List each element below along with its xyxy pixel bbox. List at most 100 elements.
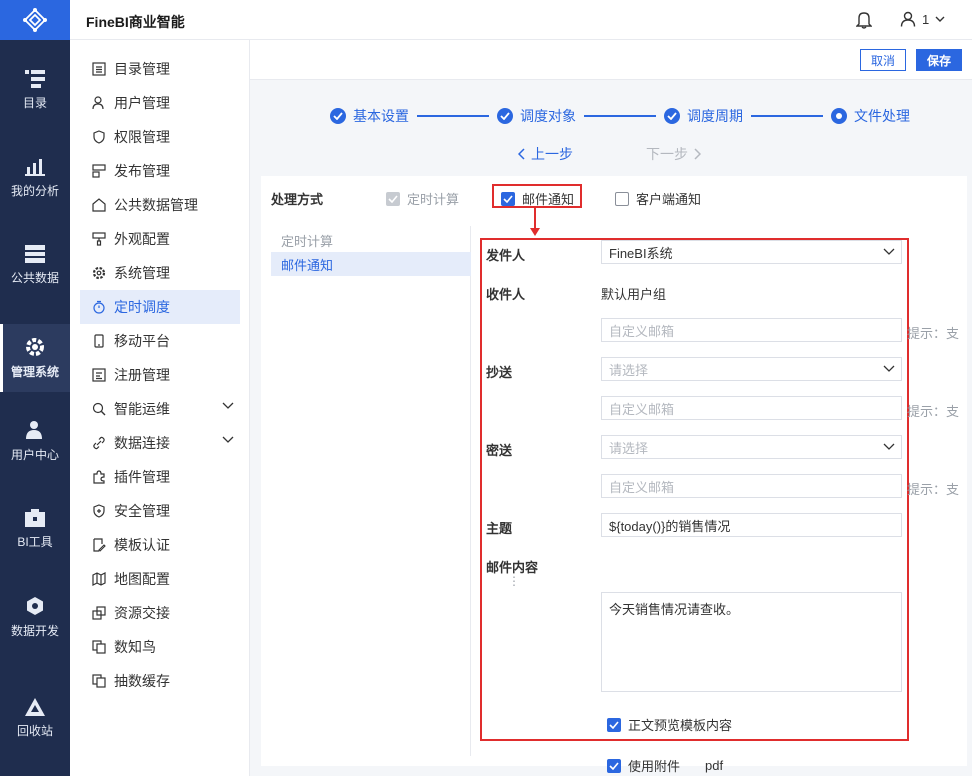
menu-label: 安全管理 [114, 503, 170, 519]
menu-item-template-cert[interactable]: 模板认证 [80, 528, 240, 562]
rail-item-recycle-bin[interactable]: 回收站 [0, 684, 70, 752]
menu-item-scheduling[interactable]: 定时调度 [80, 290, 240, 324]
arrow-head-icon [530, 228, 540, 236]
house-icon [92, 198, 106, 212]
menu-item-smart-ops[interactable]: 智能运维 [80, 392, 240, 426]
menu-item-catalog-mgmt[interactable]: 目录管理 [80, 52, 240, 86]
step-progress: 基本设置 调度对象 调度周期 文件处理 [330, 106, 910, 126]
shield-plus-icon [92, 504, 106, 518]
file-processing-panel: 处理方式 定时计算 邮件通知 客户端通知 定时计算 邮件通知 ⋮ 发件人 Fin… [261, 176, 967, 774]
rail-item-data-dev[interactable]: 数据开发 [0, 583, 70, 651]
bcc-select[interactable]: 请选择 [601, 435, 902, 459]
logo-icon [23, 8, 47, 32]
preview-template-label: 正文预览模板内容 [628, 718, 733, 733]
checkbox-checked-icon [386, 191, 400, 206]
option-client-notify[interactable]: 客户端通知 [615, 189, 701, 208]
cc-select[interactable]: 请选择 [601, 357, 902, 381]
content-textarea[interactable]: 今天销售情况请查收。 [601, 592, 902, 692]
prev-step-button[interactable]: 上一步 [518, 144, 573, 164]
use-attachment-option[interactable]: 使用附件 pdf [607, 756, 723, 775]
menu-item-plugin-mgmt[interactable]: 插件管理 [80, 460, 240, 494]
menu-item-public-data-mgmt[interactable]: 公共数据管理 [80, 188, 240, 222]
subnav-item-timer[interactable]: 定时计算 [271, 228, 471, 252]
subject-label: 主题 [486, 521, 513, 536]
sender-select[interactable]: FineBI系统 [601, 240, 902, 264]
rail-label: 公共数据 [10, 270, 59, 285]
subnav-item-email[interactable]: 邮件通知 [271, 252, 471, 276]
menu-label: 资源交接 [114, 605, 170, 621]
menu-label: 数据连接 [114, 435, 170, 451]
menu-item-user-mgmt[interactable]: 用户管理 [80, 86, 240, 120]
checkbox-checked-icon [501, 191, 515, 206]
menu-label: 插件管理 [114, 469, 170, 485]
option-email-notify[interactable]: 邮件通知 [501, 189, 574, 208]
cancel-button[interactable]: 取消 [860, 49, 906, 71]
menu-label: 移动平台 [114, 333, 170, 349]
menu-item-data-connection[interactable]: 数据连接 [80, 426, 240, 460]
user-menu[interactable]: 1 [900, 11, 945, 27]
analysis-icon [25, 158, 45, 176]
list-icon [92, 62, 106, 76]
cc-placeholder: 请选择 [609, 362, 649, 378]
check-icon [330, 108, 346, 124]
recipient-label: 收件人 [486, 287, 526, 302]
rail-label: 回收站 [16, 723, 53, 738]
app-logo[interactable] [0, 0, 70, 40]
rail-item-user-center[interactable]: 用户中心 [0, 407, 70, 475]
menu-item-mobile[interactable]: 移动平台 [80, 324, 240, 358]
settings-icon [92, 266, 106, 280]
rail-label: BI工具 [17, 534, 53, 549]
menu-item-map-config[interactable]: 地图配置 [80, 562, 240, 596]
menu-label: 模板认证 [114, 537, 170, 553]
rail-item-catalog[interactable]: 目录 [0, 56, 70, 124]
checkbox-unchecked-icon [615, 191, 629, 206]
next-step-button[interactable]: 下一步 [646, 144, 701, 164]
rail-item-admin-system[interactable]: 管理系统 [0, 324, 70, 392]
step-schedule-period[interactable]: 调度周期 [664, 106, 743, 126]
prev-step-label: 上一步 [531, 146, 573, 162]
hint-text: 提示：支 [907, 482, 960, 497]
step-schedule-target[interactable]: 调度对象 [497, 106, 576, 126]
rail-label: 我的分析 [10, 183, 59, 198]
menu-label: 公共数据管理 [114, 197, 198, 213]
option-timer-calc[interactable]: 定时计算 [386, 189, 459, 208]
menu-item-shuzhiniao[interactable]: 数知鸟 [80, 630, 240, 664]
action-bar: 取消 保存 [250, 40, 972, 80]
menu-item-security-mgmt[interactable]: 安全管理 [80, 494, 240, 528]
puzzle-icon [92, 470, 106, 484]
copy-icon [92, 640, 106, 654]
menu-item-publish-mgmt[interactable]: 发布管理 [80, 154, 240, 188]
chevron-down-icon [883, 443, 895, 450]
menu-item-appearance[interactable]: 外观配置 [80, 222, 240, 256]
preview-template-option[interactable]: 正文预览模板内容 [607, 715, 732, 734]
shield-icon [92, 130, 106, 144]
checkbox-checked-icon [607, 758, 621, 773]
rail-item-my-analysis[interactable]: 我的分析 [0, 144, 70, 212]
bcc-custom-email-input[interactable]: 自定义邮箱 [601, 474, 902, 498]
user-icon [900, 11, 916, 27]
menu-item-registration[interactable]: 注册管理 [80, 358, 240, 392]
menu-item-system-mgmt[interactable]: 系统管理 [80, 256, 240, 290]
rail-item-bi-tools[interactable]: BI工具 [0, 495, 70, 563]
step-label: 调度对象 [520, 108, 576, 124]
chevron-down-icon [883, 248, 895, 255]
save-button[interactable]: 保存 [916, 49, 962, 71]
toolbox-icon [25, 508, 45, 527]
rail-label: 用户中心 [10, 447, 59, 462]
step-basic-settings[interactable]: 基本设置 [330, 106, 409, 126]
menu-label: 数知鸟 [114, 639, 156, 655]
menu-item-resource-handover[interactable]: 资源交接 [80, 596, 240, 630]
app-title: FineBI商业智能 [86, 14, 185, 30]
publish-icon [92, 164, 106, 178]
menu-item-permission-mgmt[interactable]: 权限管理 [80, 120, 240, 154]
bell-icon[interactable] [856, 11, 872, 29]
rail-item-public-data[interactable]: 公共数据 [0, 231, 70, 299]
subject-input[interactable]: ${today()}的销售情况 [601, 513, 902, 537]
menu-label: 目录管理 [114, 61, 170, 77]
brush-icon [92, 232, 106, 246]
cc-custom-email-input[interactable]: 自定义邮箱 [601, 396, 902, 420]
step-file-processing[interactable]: 文件处理 [831, 106, 910, 126]
chevron-down-icon [883, 365, 895, 372]
menu-item-extract-cache[interactable]: 抽数缓存 [80, 664, 240, 698]
recipient-custom-email-input[interactable]: 自定义邮箱 [601, 318, 902, 342]
